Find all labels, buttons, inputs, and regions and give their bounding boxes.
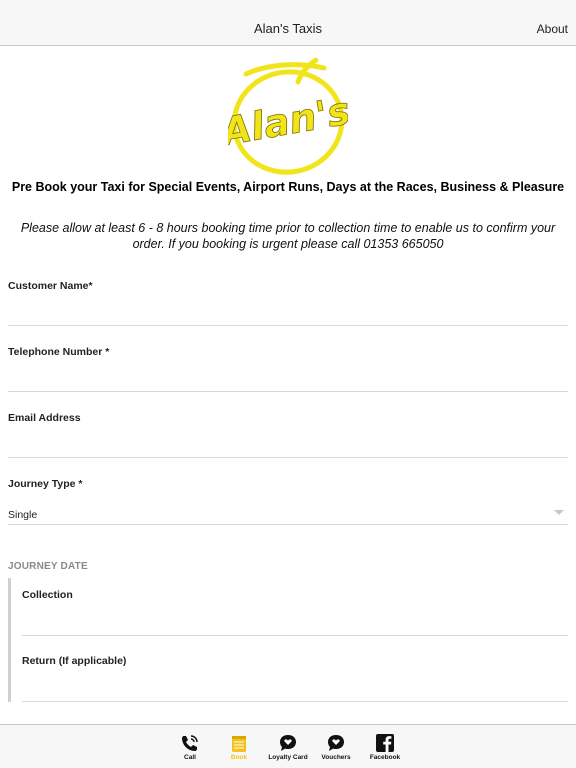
logo-text: Alan's (228, 88, 348, 154)
section-group-bar (8, 578, 11, 702)
alans-logo: Alan's (228, 58, 348, 175)
facebook-icon (376, 734, 394, 752)
navigation-bar: Alan's Taxis About (0, 0, 576, 46)
dropdown-arrow-icon (554, 510, 564, 515)
collection-input[interactable] (22, 614, 568, 636)
tab-facebook[interactable]: Facebook (361, 725, 409, 768)
telephone-label: Telephone Number * (8, 346, 110, 358)
phone-icon (182, 735, 198, 751)
email-label: Email Address (8, 412, 81, 424)
customer-name-input[interactable] (8, 304, 568, 326)
tab-book[interactable]: Book (215, 725, 263, 768)
return-label: Return (If applicable) (22, 655, 127, 667)
journey-type-select[interactable]: Single (8, 506, 568, 525)
speech-bubble-heart-icon (328, 735, 344, 751)
journey-date-header: JOURNEY DATE (8, 561, 88, 572)
notepad-icon (232, 736, 246, 752)
tab-loyalty-card[interactable]: Loyalty Card (264, 725, 312, 768)
collection-label: Collection (22, 589, 73, 601)
tab-bar: Call Book Loyalty Card Vouchers Facebook (0, 724, 576, 768)
app-title: Alan's Taxis (254, 21, 322, 36)
email-input[interactable] (8, 436, 568, 458)
customer-name-label: Customer Name* (8, 280, 93, 292)
telephone-input[interactable] (8, 370, 568, 392)
tab-vouchers-label: Vouchers (321, 754, 351, 761)
journey-type-label: Journey Type * (8, 478, 83, 490)
tab-book-label: Book (230, 754, 248, 761)
tab-call-label: Call (184, 754, 196, 761)
journey-type-value: Single (8, 509, 38, 521)
speech-bubble-heart-icon (280, 735, 296, 751)
tab-vouchers[interactable]: Vouchers (312, 725, 360, 768)
headline: Pre Book your Taxi for Special Events, A… (11, 180, 565, 194)
about-button[interactable]: About (537, 0, 568, 46)
tab-call[interactable]: Call (166, 725, 214, 768)
return-input[interactable] (22, 680, 568, 702)
booking-notice: Please allow at least 6 - 8 hours bookin… (20, 221, 556, 251)
tab-facebook-label: Facebook (369, 754, 401, 761)
